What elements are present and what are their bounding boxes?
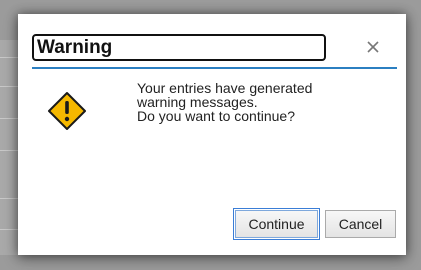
warning-diamond-icon [47,91,87,131]
dialog-title: Warning [37,37,113,58]
background-divider [0,198,18,199]
warning-dialog: Warning Your entries have generated warn… [18,14,406,255]
background-divider [0,150,18,151]
background-divider [0,57,18,58]
background-panel [0,40,18,255]
background-divider [0,229,18,230]
dialog-message: Your entries have generated warning mess… [137,81,387,123]
title-divider [32,67,397,69]
dialog-title-box: Warning [32,34,326,61]
close-icon[interactable] [365,39,381,55]
continue-button[interactable]: Continue [233,208,320,240]
background-divider [0,86,18,87]
message-line: Do you want to continue? [137,108,295,124]
background-divider [0,118,18,119]
message-line: Your entries have generated [137,80,313,96]
message-line: warning messages. [137,94,258,110]
cancel-button[interactable]: Cancel [325,210,396,238]
